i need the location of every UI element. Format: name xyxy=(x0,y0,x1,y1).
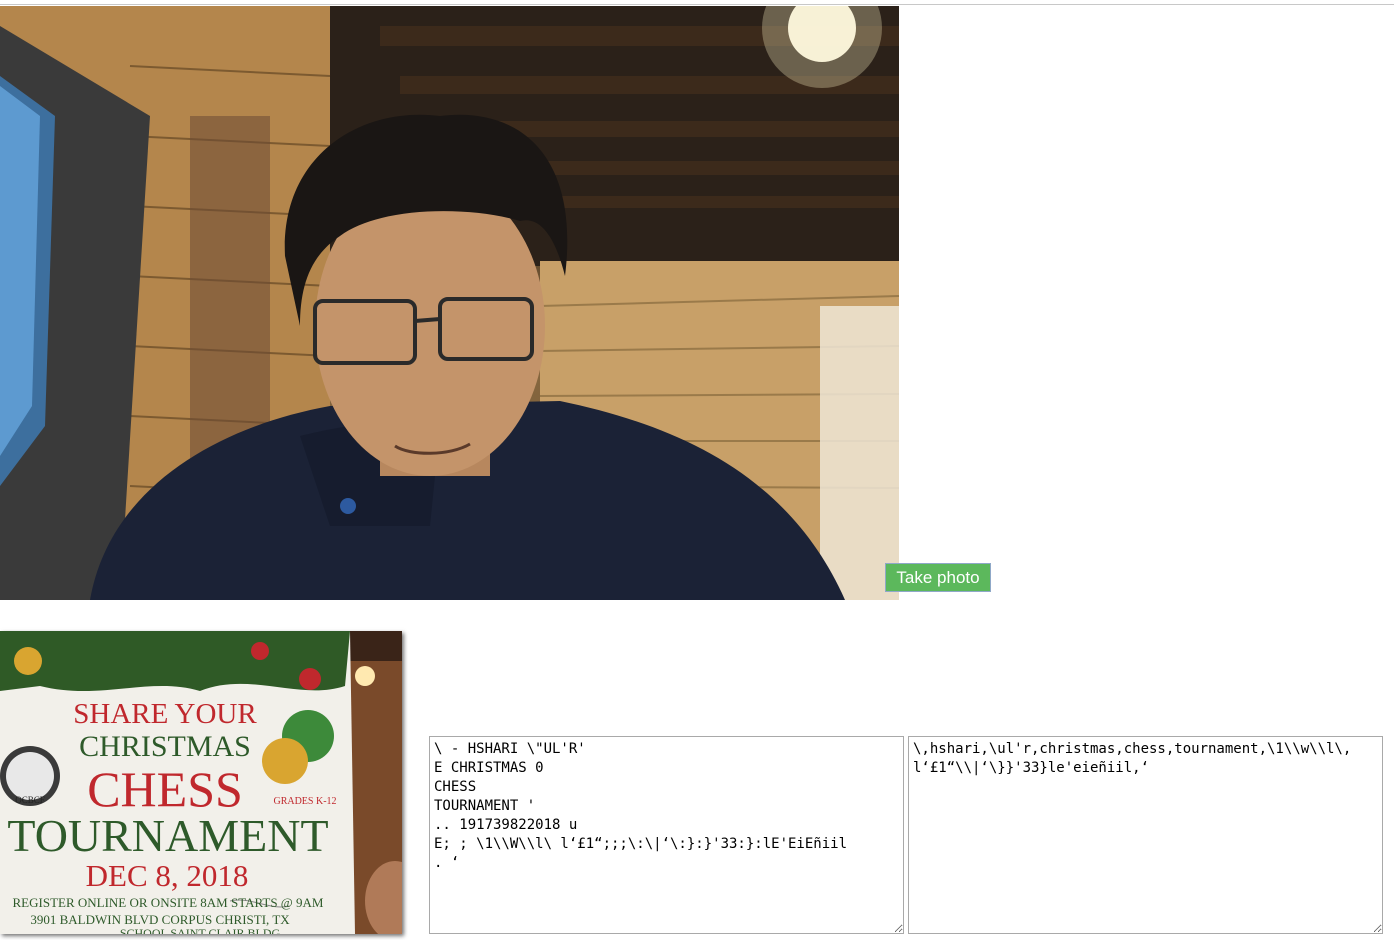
flyer-date: DEC 8, 2018 xyxy=(86,858,249,893)
webcam-video xyxy=(0,6,899,600)
flyer-venue: SCHOOL SAINT CLAIR BLDG xyxy=(120,926,281,934)
take-photo-button[interactable]: Take photo xyxy=(885,563,991,592)
top-divider xyxy=(0,4,1394,5)
flyer-line-4: TOURNAMENT xyxy=(7,810,328,861)
flyer-grades: GRADES K-12 xyxy=(273,796,336,807)
flyer-logo: OCBCF xyxy=(15,795,45,805)
ocr-tags-area[interactable]: \,hshari,\ul'r,christmas,chess,tournamen… xyxy=(908,736,1383,934)
flyer-line-3: CHESS xyxy=(87,761,243,817)
captured-photo: SHARE YOUR CHRISTMAS CHESS TOURNAMENT DE… xyxy=(0,631,402,934)
flyer-line-1: SHARE YOUR xyxy=(73,698,257,730)
flyer-address: 3901 BALDWIN BLVD CORPUS CHRISTI, TX xyxy=(30,912,290,927)
flyer-line-2: CHRISTMAS xyxy=(79,730,251,763)
ocr-text-area[interactable]: \ - HSHARI \"UL'R' E CHRISTMAS 0 CHESS T… xyxy=(429,736,904,934)
flyer-register: REGISTER ONLINE OR ONSITE 8AM STARTS @ 9… xyxy=(13,895,324,910)
